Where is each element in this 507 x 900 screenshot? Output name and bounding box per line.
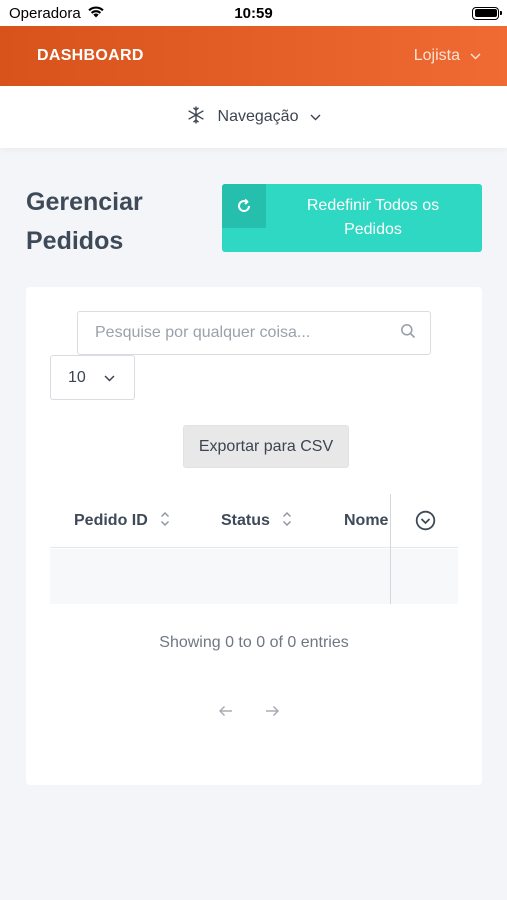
chevron-down-icon bbox=[310, 108, 321, 126]
app-header: DASHBOARD Lojista bbox=[0, 26, 507, 86]
pagination bbox=[216, 701, 282, 721]
chevron-down-icon bbox=[470, 47, 481, 65]
reset-all-orders-button[interactable]: Redefinir Todos os Pedidos bbox=[222, 184, 482, 252]
user-menu[interactable]: Lojista bbox=[414, 47, 481, 65]
column-header-label: Pedido ID bbox=[74, 512, 148, 529]
column-toggle-icon bbox=[415, 510, 436, 536]
navigation-snowflake-icon bbox=[186, 105, 206, 130]
dashboard-link[interactable]: DASHBOARD bbox=[37, 47, 144, 65]
orders-card: 10 Exportar para CSV Pedido ID Status bbox=[26, 287, 482, 785]
page-size-select[interactable]: 10 bbox=[50, 355, 135, 400]
column-toggle[interactable] bbox=[390, 494, 458, 604]
status-bar: Operadora 10:59 bbox=[0, 0, 507, 26]
page-title: Gerenciar Pedidos bbox=[26, 188, 143, 255]
column-header-pedido-id[interactable]: Pedido ID bbox=[74, 494, 170, 548]
navigation-label: Navegação bbox=[217, 108, 299, 125]
export-csv-button[interactable]: Exportar para CSV bbox=[183, 425, 349, 468]
orders-table: Pedido ID Status Nome bbox=[50, 494, 458, 604]
column-header-label: Nome bbox=[344, 512, 389, 529]
sort-icon bbox=[160, 511, 170, 532]
column-header-status[interactable]: Status bbox=[221, 494, 292, 548]
arrow-left-icon[interactable] bbox=[216, 701, 236, 721]
column-header-nome[interactable]: Nome bbox=[344, 494, 390, 548]
sort-icon bbox=[282, 511, 292, 532]
carrier-label: Operadora bbox=[9, 4, 81, 22]
search-input[interactable] bbox=[95, 324, 400, 342]
page-size-value: 10 bbox=[68, 368, 86, 386]
chevron-down-icon bbox=[104, 369, 115, 387]
navigation-dropdown[interactable]: Navegação bbox=[0, 86, 507, 148]
user-menu-label: Lojista bbox=[413, 47, 460, 64]
wifi-icon bbox=[87, 4, 105, 22]
column-header-label: Status bbox=[221, 512, 270, 529]
search-icon[interactable] bbox=[400, 323, 416, 344]
search-box bbox=[77, 311, 431, 355]
table-info: Showing 0 to 0 of 0 entries bbox=[159, 634, 349, 651]
reset-button-label: Redefinir Todos os Pedidos bbox=[306, 197, 440, 238]
battery-icon bbox=[472, 6, 502, 20]
arrow-right-icon[interactable] bbox=[262, 701, 282, 721]
refresh-icon bbox=[222, 184, 266, 228]
